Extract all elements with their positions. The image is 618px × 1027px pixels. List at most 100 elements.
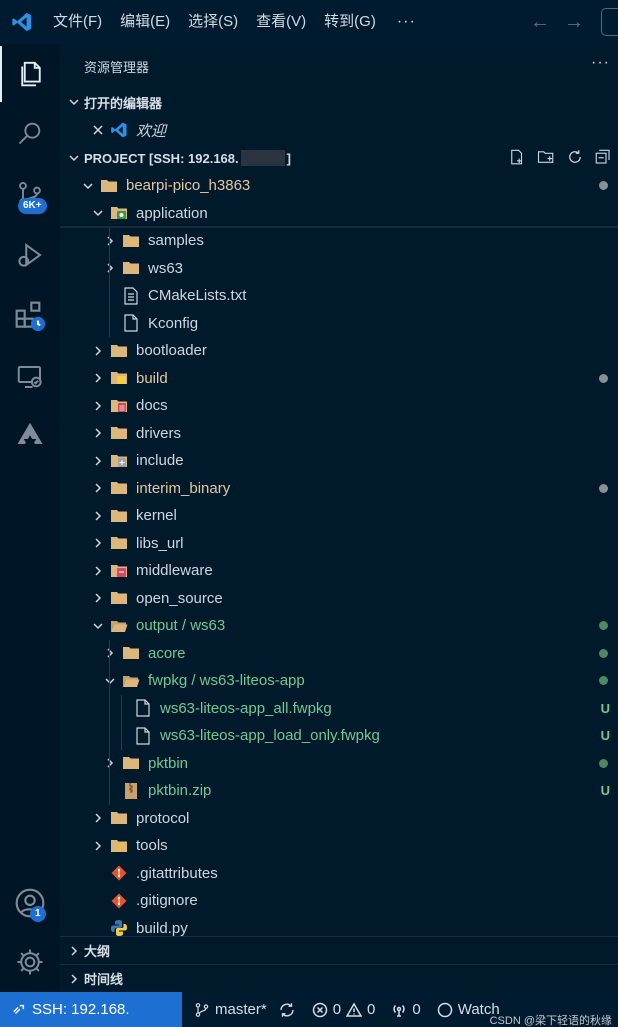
close-icon[interactable] [92, 124, 104, 136]
open-editors-section[interactable]: 打开的编辑器 [60, 88, 618, 116]
tree-file-item[interactable]: ws63-liteos-app_load_only.fwpkg U [60, 722, 618, 749]
tree-folder-item[interactable]: bearpi-pico_h3863 [60, 172, 618, 199]
chevron-down-icon [80, 180, 96, 192]
tree-file-item[interactable]: CMakeLists.txt [60, 282, 618, 309]
refresh-icon[interactable] [566, 148, 584, 169]
tree-item-label: samples [148, 232, 204, 249]
back-arrow-icon[interactable]: ← [530, 11, 550, 34]
sync-icon[interactable] [278, 1001, 296, 1019]
tree-item-label: build.py [136, 919, 188, 937]
tree-item-label: Kconfig [148, 314, 199, 332]
deveco-icon[interactable] [0, 406, 60, 462]
ports-indicator[interactable]: 0 [383, 1001, 428, 1018]
chevron-right-icon [90, 537, 106, 549]
outline-section[interactable]: 大纲 [60, 936, 618, 964]
folder-open-icon [110, 617, 128, 635]
project-actions [508, 148, 612, 169]
git-status-dot [599, 483, 608, 493]
open-editor-welcome[interactable]: 欢迎 [60, 116, 618, 144]
tree-item-label: pktbin.zip [148, 782, 212, 799]
tree-folder-item[interactable]: output / ws63 [60, 612, 618, 639]
menu-go[interactable]: 转到(G) [315, 0, 385, 44]
command-center[interactable] [601, 8, 618, 36]
remote-label: SSH: 192.168. [32, 1001, 130, 1018]
run-debug-icon[interactable] [0, 227, 60, 283]
remote-indicator[interactable]: SSH: 192.168. [0, 992, 182, 1027]
timeline-section[interactable]: 时间线 [60, 964, 618, 992]
account-icon[interactable]: 1 [0, 875, 60, 931]
tree-folder-item[interactable]: docs [60, 392, 618, 419]
tree-folder-item[interactable]: drivers [60, 420, 618, 447]
git-status-dot [599, 758, 608, 768]
tree-folder-item[interactable]: fwpkg / ws63-liteos-app [60, 667, 618, 694]
extensions-icon[interactable] [0, 288, 60, 344]
problems-indicator[interactable]: 0 0 [304, 1001, 384, 1018]
remote-icon [12, 1003, 26, 1017]
tree-item-label: kernel [136, 507, 177, 524]
search-icon[interactable] [0, 105, 60, 161]
new-file-icon[interactable] [508, 148, 526, 169]
tree-item-label: .gitattributes [136, 864, 218, 882]
project-section[interactable]: PROJECT [SSH: 192.168. ] [60, 144, 618, 172]
tree-folder-item[interactable]: tools [60, 832, 618, 859]
forward-arrow-icon[interactable]: → [564, 11, 584, 34]
tree-item-label: acore [148, 644, 186, 662]
chevron-right-icon [102, 757, 118, 769]
indent-guide [121, 694, 122, 750]
tree-file-item[interactable]: ws63-liteos-app_all.fwpkg U [60, 695, 618, 722]
explorer-icon[interactable] [0, 46, 60, 102]
settings-gear-icon[interactable] [0, 934, 60, 990]
new-folder-icon[interactable] [536, 148, 556, 169]
tree-folder-item[interactable]: samples [60, 227, 618, 254]
watermark: CSDN @梁下轻语的秋缘 [489, 1015, 612, 1027]
menu-bar: 文件(F) 编辑(E) 选择(S) 查看(V) 转到(G) ··· [44, 0, 428, 44]
tree-folder-item[interactable]: include [60, 447, 618, 474]
tree-folder-item[interactable]: ws63 [60, 255, 618, 282]
tree-item-label: libs_url [136, 534, 184, 552]
tree-file-item[interactable]: .gitattributes [60, 860, 618, 887]
git-status-badge: U [600, 728, 610, 743]
git-icon [110, 892, 128, 910]
menu-file[interactable]: 文件(F) [44, 0, 111, 44]
folder-icon [122, 754, 140, 772]
tree-item-label: open_source [136, 589, 223, 607]
tree-folder-item[interactable]: pktbin [60, 750, 618, 777]
folder-middleware-icon [110, 562, 128, 580]
tree-folder-item[interactable]: middleware [60, 557, 618, 584]
tree-folder-item[interactable]: bootloader [60, 337, 618, 364]
python-icon [110, 919, 128, 937]
git-status-dot [599, 181, 608, 190]
tree-item-label: drivers [136, 424, 182, 442]
tree-folder-item[interactable]: libs_url [60, 530, 618, 557]
tree-item-label: ws63-liteos-app_all.fwpkg [160, 699, 332, 717]
menu-selection[interactable]: 选择(S) [179, 0, 247, 44]
tree-file-item[interactable]: pktbin.zip U [60, 777, 618, 804]
collapse-all-icon[interactable] [594, 148, 612, 169]
menu-more-icon[interactable]: ··· [385, 13, 428, 31]
tree-folder-item[interactable]: interim_binary [60, 475, 618, 502]
indent-guide [109, 227, 110, 337]
vscode-logo-icon [0, 0, 44, 44]
tree-folder-item[interactable]: protocol [60, 805, 618, 832]
tree-item-label: fwpkg / ws63-liteos-app [148, 672, 305, 689]
branch-indicator[interactable]: master* [186, 1001, 304, 1019]
remote-explorer-icon[interactable] [0, 349, 60, 405]
tree-file-item[interactable]: .gitignore [60, 887, 618, 914]
chevron-down-icon [90, 207, 106, 219]
tree-folder-item[interactable]: kernel [60, 502, 618, 529]
project-label-suffix: ] [286, 150, 291, 166]
tree-item-label: middleware [136, 562, 213, 579]
menu-view[interactable]: 查看(V) [247, 0, 315, 44]
tree-folder-item[interactable]: application [60, 200, 618, 227]
menu-edit[interactable]: 编辑(E) [111, 0, 179, 44]
folder-build-icon [110, 369, 128, 387]
tree-file-item[interactable]: Kconfig [60, 310, 618, 337]
source-control-icon[interactable]: 6K+ [0, 166, 60, 222]
tree-item-label: CMakeLists.txt [148, 287, 247, 304]
tree-folder-item[interactable]: acore [60, 640, 618, 667]
tree-folder-item[interactable]: open_source [60, 585, 618, 612]
tree-folder-item[interactable]: build [60, 365, 618, 392]
explorer-more-icon[interactable]: ··· [591, 54, 610, 72]
nav-arrows: ← → [530, 0, 584, 44]
tree-item-label: ws63 [148, 259, 184, 277]
